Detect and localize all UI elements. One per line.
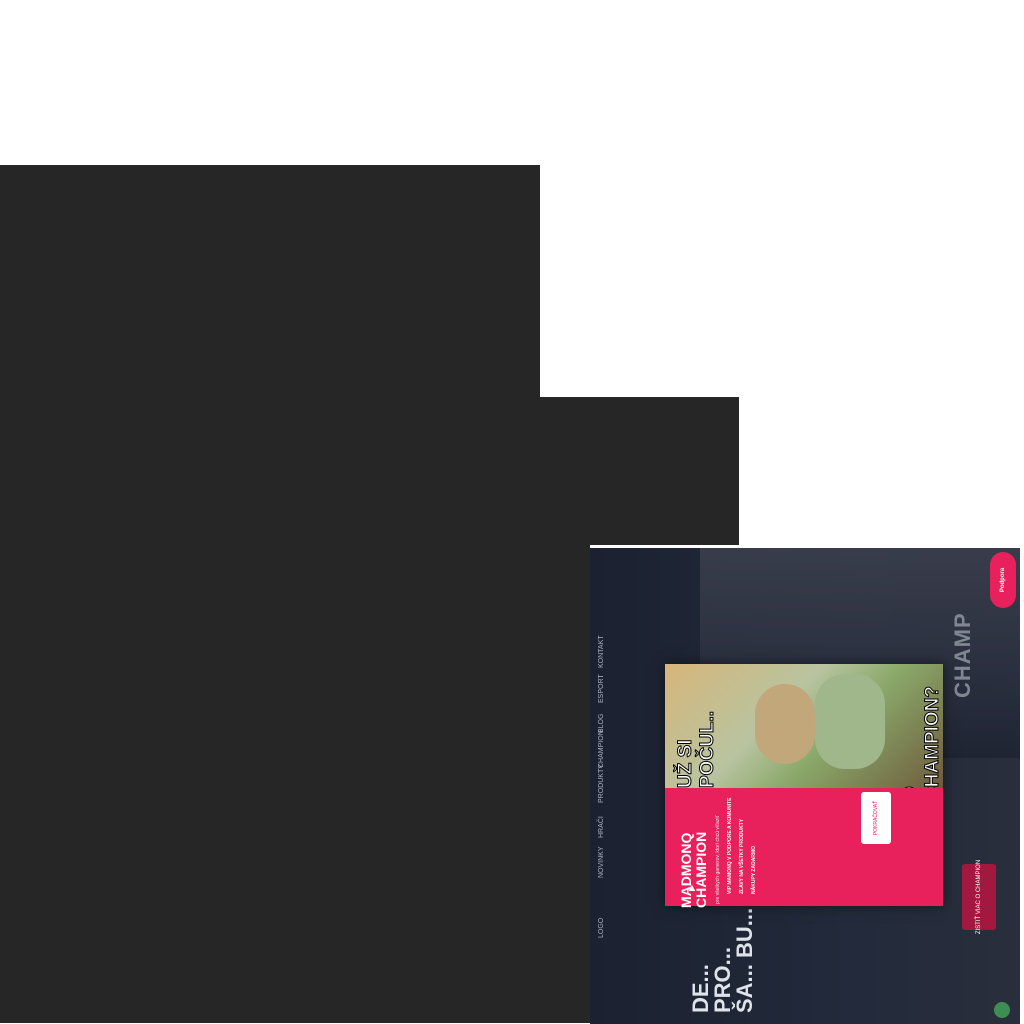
nav-item[interactable]: BLOG xyxy=(598,703,605,733)
nav-item[interactable]: HRAČI xyxy=(598,808,605,838)
hero-text: CHAMP xyxy=(950,612,975,698)
meme-top-text: UŽ SI POČUL.. xyxy=(675,710,719,788)
cta-button[interactable]: ZISTIŤ VIAC O CHAMPION xyxy=(962,860,996,934)
popup-meme-image: UŽ SI POČUL.. O CHAMPION? xyxy=(665,664,944,802)
continue-label: POKRAČOVAŤ xyxy=(873,800,880,836)
website-screenshot: CHAMP LOGO NOVINKY HRAČI PRODUKTY CHAMPI… xyxy=(590,548,1020,1024)
continue-button[interactable]: POKRAČOVAŤ xyxy=(861,792,891,844)
nav-item[interactable]: LOGO xyxy=(598,908,605,938)
backdrop-block-mid xyxy=(540,397,739,545)
brand-logo-icon: ▲ xyxy=(686,882,698,894)
list-item: ZĽAVY NA VŠETKY PRODUKTY xyxy=(739,818,745,894)
nav-item[interactable]: PRODUKTY xyxy=(598,764,605,803)
nav-item[interactable]: CHAMPION xyxy=(598,730,605,768)
cta-label: ZISTIŤ VIAC O CHAMPION xyxy=(976,859,982,935)
meme-bottom-text: O CHAMPION? xyxy=(900,685,944,802)
backdrop-block-main xyxy=(0,165,540,1023)
support-label: Podpora xyxy=(1000,567,1006,593)
nav-item[interactable]: KONTAKT xyxy=(598,635,605,668)
support-button[interactable]: Podpora xyxy=(990,552,1016,608)
list-item: VIP MAMONQ V PODPORE A KOMUNITE xyxy=(727,797,733,895)
nav-item[interactable]: ESPORT xyxy=(598,673,605,703)
page-headline: DE... PRO... ŠA... BU... xyxy=(688,907,757,1013)
backdrop-block-lower xyxy=(540,545,590,1023)
popup-subtitle: pre všetkých gamerov, ktorí chcú víťaziť xyxy=(715,815,721,904)
nav-item[interactable]: NOVINKY xyxy=(598,846,605,878)
popup-benefits-list: VIP MAMONQ V PODPORE A KOMUNITE ZĽAVY NA… xyxy=(727,794,797,902)
list-item: NÁKUPY ZADARMO xyxy=(751,846,757,894)
chat-icon[interactable] xyxy=(994,1002,1010,1018)
main-nav: LOGO NOVINKY HRAČI PRODUKTY CHAMPION BLO… xyxy=(598,608,628,938)
meme-figure-right xyxy=(815,674,885,769)
promo-popup: UŽ SI POČUL.. O CHAMPION? MADMONQ CHAMPI… xyxy=(665,664,944,908)
meme-figure-left xyxy=(755,684,815,764)
